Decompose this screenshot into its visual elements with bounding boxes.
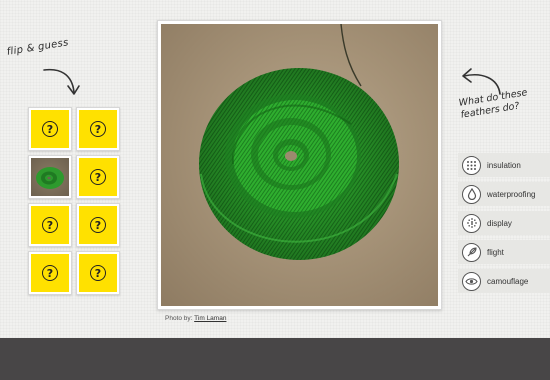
memory-card[interactable]: ?: [28, 203, 72, 247]
display-icon: [462, 213, 481, 233]
feather-image: [36, 167, 64, 189]
question-mark-icon: ?: [90, 121, 106, 137]
question-mark-icon: ?: [90, 217, 106, 233]
question-mark-icon: ?: [90, 265, 106, 281]
photo-credit: Photo by: Tim Laman: [165, 315, 227, 322]
option-display[interactable]: display: [458, 211, 550, 235]
answer-options: insulation waterproofing display flight …: [458, 153, 550, 298]
question-mark-icon: ?: [42, 121, 58, 137]
main-photo-frame: [157, 20, 442, 310]
memory-card-revealed[interactable]: [28, 155, 72, 199]
option-label: camouflage: [487, 276, 529, 286]
option-camouflage[interactable]: camouflage: [458, 269, 550, 293]
option-label: display: [487, 218, 512, 228]
eye-icon: [462, 271, 481, 291]
memory-card[interactable]: ?: [76, 203, 120, 247]
feather-photo: [161, 24, 438, 306]
grid-icon: [462, 155, 481, 175]
water-drop-icon: [462, 184, 481, 204]
feather-icon: [462, 242, 481, 262]
feather-thumbnail: [31, 158, 69, 196]
option-flight[interactable]: flight: [458, 240, 550, 264]
curved-arrow-down-icon: [43, 68, 80, 95]
memory-card[interactable]: ?: [28, 107, 72, 151]
option-insulation[interactable]: insulation: [458, 153, 550, 177]
footer-bar: [0, 338, 550, 380]
question-mark-icon: ?: [42, 265, 58, 281]
option-label: waterproofing: [487, 189, 536, 199]
option-label: insulation: [487, 160, 521, 170]
option-waterproofing[interactable]: waterproofing: [458, 182, 550, 206]
memory-card[interactable]: ?: [76, 155, 120, 199]
question-mark-icon: ?: [90, 169, 106, 185]
memory-card[interactable]: ?: [76, 107, 120, 151]
option-label: flight: [487, 247, 504, 257]
flip-guess-title: flip & guess: [6, 37, 70, 58]
green-coiled-feather-image: [199, 24, 399, 260]
memory-card[interactable]: ?: [28, 251, 72, 295]
question-mark-icon: ?: [42, 217, 58, 233]
memory-card[interactable]: ?: [76, 251, 120, 295]
photographer-link[interactable]: Tim Laman: [194, 315, 226, 322]
